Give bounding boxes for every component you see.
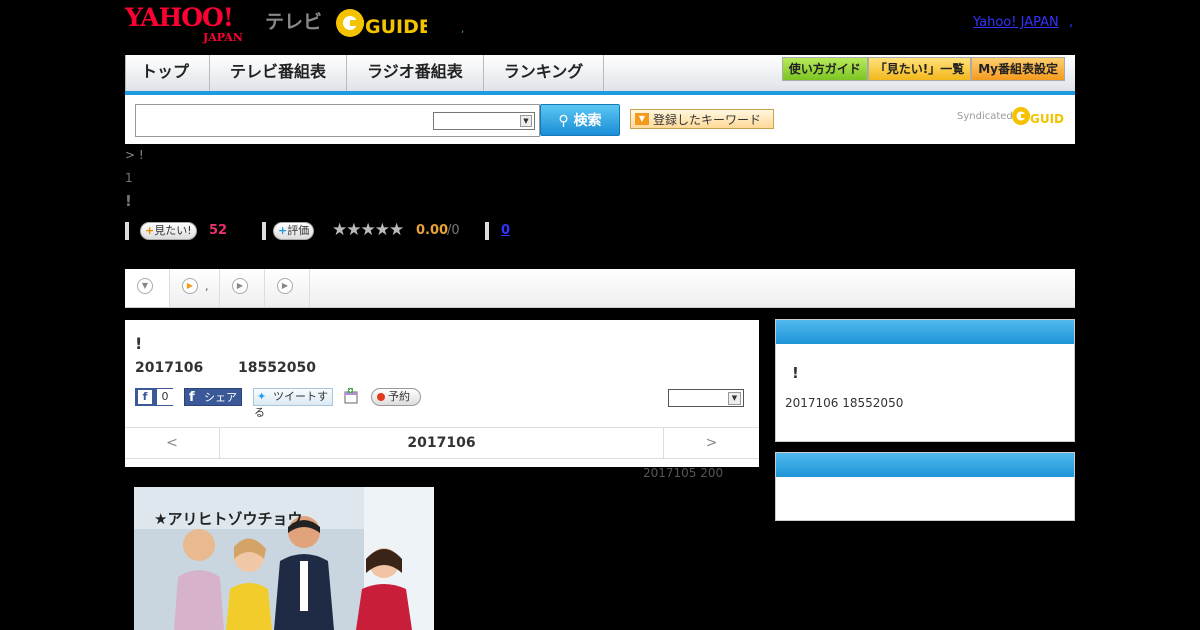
date-pager: < 2017106 > xyxy=(125,427,759,459)
subtab-4[interactable]: ▶ xyxy=(265,269,310,307)
play-icon: ▶ xyxy=(277,278,293,294)
rating-value: 0.00 xyxy=(416,223,449,238)
sidebar-panel-2 xyxy=(775,452,1075,521)
page-title: ! xyxy=(125,192,132,210)
yahoo-japan-link[interactable]: Yahoo! JAPAN xyxy=(973,15,1059,30)
search-input[interactable]: ▼ xyxy=(135,104,540,137)
search-button-label: 検索 xyxy=(573,113,602,129)
record-icon xyxy=(377,393,385,401)
review-count-link[interactable]: 0 xyxy=(501,223,510,238)
want-count: 52 xyxy=(209,223,228,238)
want-label: 見たい! xyxy=(154,224,192,237)
search-icon: ⚲ xyxy=(558,113,569,129)
episode-number: 1 xyxy=(125,171,133,185)
twitter-icon: ✦ xyxy=(257,390,267,403)
reserve-button[interactable]: 予約 xyxy=(371,388,421,406)
tv-label[interactable]: テレビ xyxy=(265,7,322,34)
sidebar-panel-1: ! 2017106 18552050 xyxy=(775,319,1075,442)
subtab-3[interactable]: ▶ xyxy=(220,269,265,307)
subtab-label: , xyxy=(205,280,209,293)
nav-tab-ranking[interactable]: ランキング xyxy=(484,55,605,91)
rating-count: /0 xyxy=(447,223,460,238)
breadcrumb[interactable]: > ! xyxy=(125,148,144,162)
header-dot: , xyxy=(461,24,465,35)
triangle-down-icon: ▼ xyxy=(635,113,649,125)
program-date: 2017106 xyxy=(135,360,204,376)
chevron-down-icon: ▼ xyxy=(137,278,153,294)
plus-icon: + xyxy=(278,224,288,237)
sidebar-title: ! xyxy=(792,364,799,382)
search-button[interactable]: ⚲ 検索 xyxy=(540,104,620,136)
action-bar: +見たい! 52 +評価 ★★★★★ 0.00 /0 0 xyxy=(125,220,1075,240)
program-time: 18552050 xyxy=(238,360,316,376)
header-comma: , xyxy=(1069,15,1074,30)
yahoo-logo[interactable]: YAHOO! JAPAN xyxy=(125,5,243,44)
tweet-button[interactable]: ✦ ツイートする xyxy=(253,388,333,419)
yahoo-logo-sub: JAPAN xyxy=(203,31,243,44)
divider xyxy=(262,222,266,240)
usage-guide-button[interactable]: 使い方ガイド xyxy=(781,57,868,81)
divider xyxy=(485,222,489,240)
rate-button[interactable]: +評価 xyxy=(273,222,315,240)
sidebar-panel-header xyxy=(776,453,1074,477)
nav-tab-top[interactable]: トップ xyxy=(126,55,211,91)
svg-text:GUIDE: GUIDE xyxy=(1030,112,1065,126)
calendar-add-icon[interactable] xyxy=(343,388,359,404)
program-photo: ★アリヒトゾウチョウ xyxy=(134,487,434,630)
rate-label: 評価 xyxy=(287,224,310,237)
registered-keyword-label: 登録したキーワード xyxy=(653,113,762,127)
program-title: ! xyxy=(135,334,143,353)
photo-sign-text: ★アリヒトゾウチョウ xyxy=(154,510,303,528)
sub-tabs: ▼ ▶ , ▶ ▶ xyxy=(125,269,1075,308)
syndicated-label: Syndicated xyxy=(957,111,1013,122)
chevron-down-icon: ▼ xyxy=(728,392,741,405)
nav-buttons: 使い方ガイド 「見たい!」一覧 My番組表設定 xyxy=(781,57,1065,81)
play-icon: ▶ xyxy=(182,278,198,294)
rating-stars: ★★★★★ xyxy=(332,220,404,240)
chevron-down-icon: ▼ xyxy=(520,115,532,127)
nav-tab-radio-schedule[interactable]: ラジオ番組表 xyxy=(347,55,484,91)
program-note: 2017105 200 xyxy=(643,466,724,480)
pager-current-date: 2017106 xyxy=(407,435,476,451)
reserve-label: 予約 xyxy=(388,390,410,403)
sidebar-subtitle: 2017106 18552050 xyxy=(785,396,904,410)
facebook-share-label: シェア xyxy=(204,391,237,404)
facebook-like-button[interactable]: f0 xyxy=(135,388,173,406)
program-panel: ! 2017106 18552050 f0 f シェア ✦ ツイートする 予約 ▼ … xyxy=(125,320,759,467)
want-button[interactable]: +見たい! xyxy=(140,222,197,240)
main-nav: トップ テレビ番組表 ラジオ番組表 ランキング 使い方ガイド 「見たい!」一覧 … xyxy=(125,55,1075,95)
search-area: ▼ ⚲ 検索 ▼ 登録したキーワード Syndicated GUIDE xyxy=(125,95,1075,144)
plus-icon: + xyxy=(145,224,155,237)
subtab-2[interactable]: ▶ , xyxy=(170,269,220,307)
gguide-logo[interactable]: GUIDE xyxy=(335,6,427,40)
nav-tabs: トップ テレビ番組表 ラジオ番組表 ランキング xyxy=(125,55,605,91)
program-select[interactable]: ▼ xyxy=(668,389,744,407)
facebook-like-count: 0 xyxy=(157,389,173,405)
facebook-icon: f xyxy=(138,390,152,404)
facebook-icon: f xyxy=(189,390,195,405)
divider xyxy=(125,222,129,240)
search-category-select[interactable]: ▼ xyxy=(433,112,535,130)
pager-prev-button[interactable]: < xyxy=(125,428,220,458)
play-icon: ▶ xyxy=(232,278,248,294)
facebook-share-button[interactable]: f シェア xyxy=(184,388,242,406)
sidebar-panel-header xyxy=(776,320,1074,344)
syndicated-gguide-logo: GUIDE xyxy=(1012,107,1065,126)
subtab-1[interactable]: ▼ xyxy=(125,269,170,307)
pager-next-button[interactable]: > xyxy=(663,428,759,458)
want-list-button[interactable]: 「見たい!」一覧 xyxy=(867,57,972,81)
my-schedule-button[interactable]: My番組表設定 xyxy=(971,57,1065,81)
gguide-logo-text: GUIDE xyxy=(365,16,427,38)
registered-keyword-button[interactable]: ▼ 登録したキーワード xyxy=(630,109,774,129)
nav-tab-tv-schedule[interactable]: テレビ番組表 xyxy=(210,55,348,91)
